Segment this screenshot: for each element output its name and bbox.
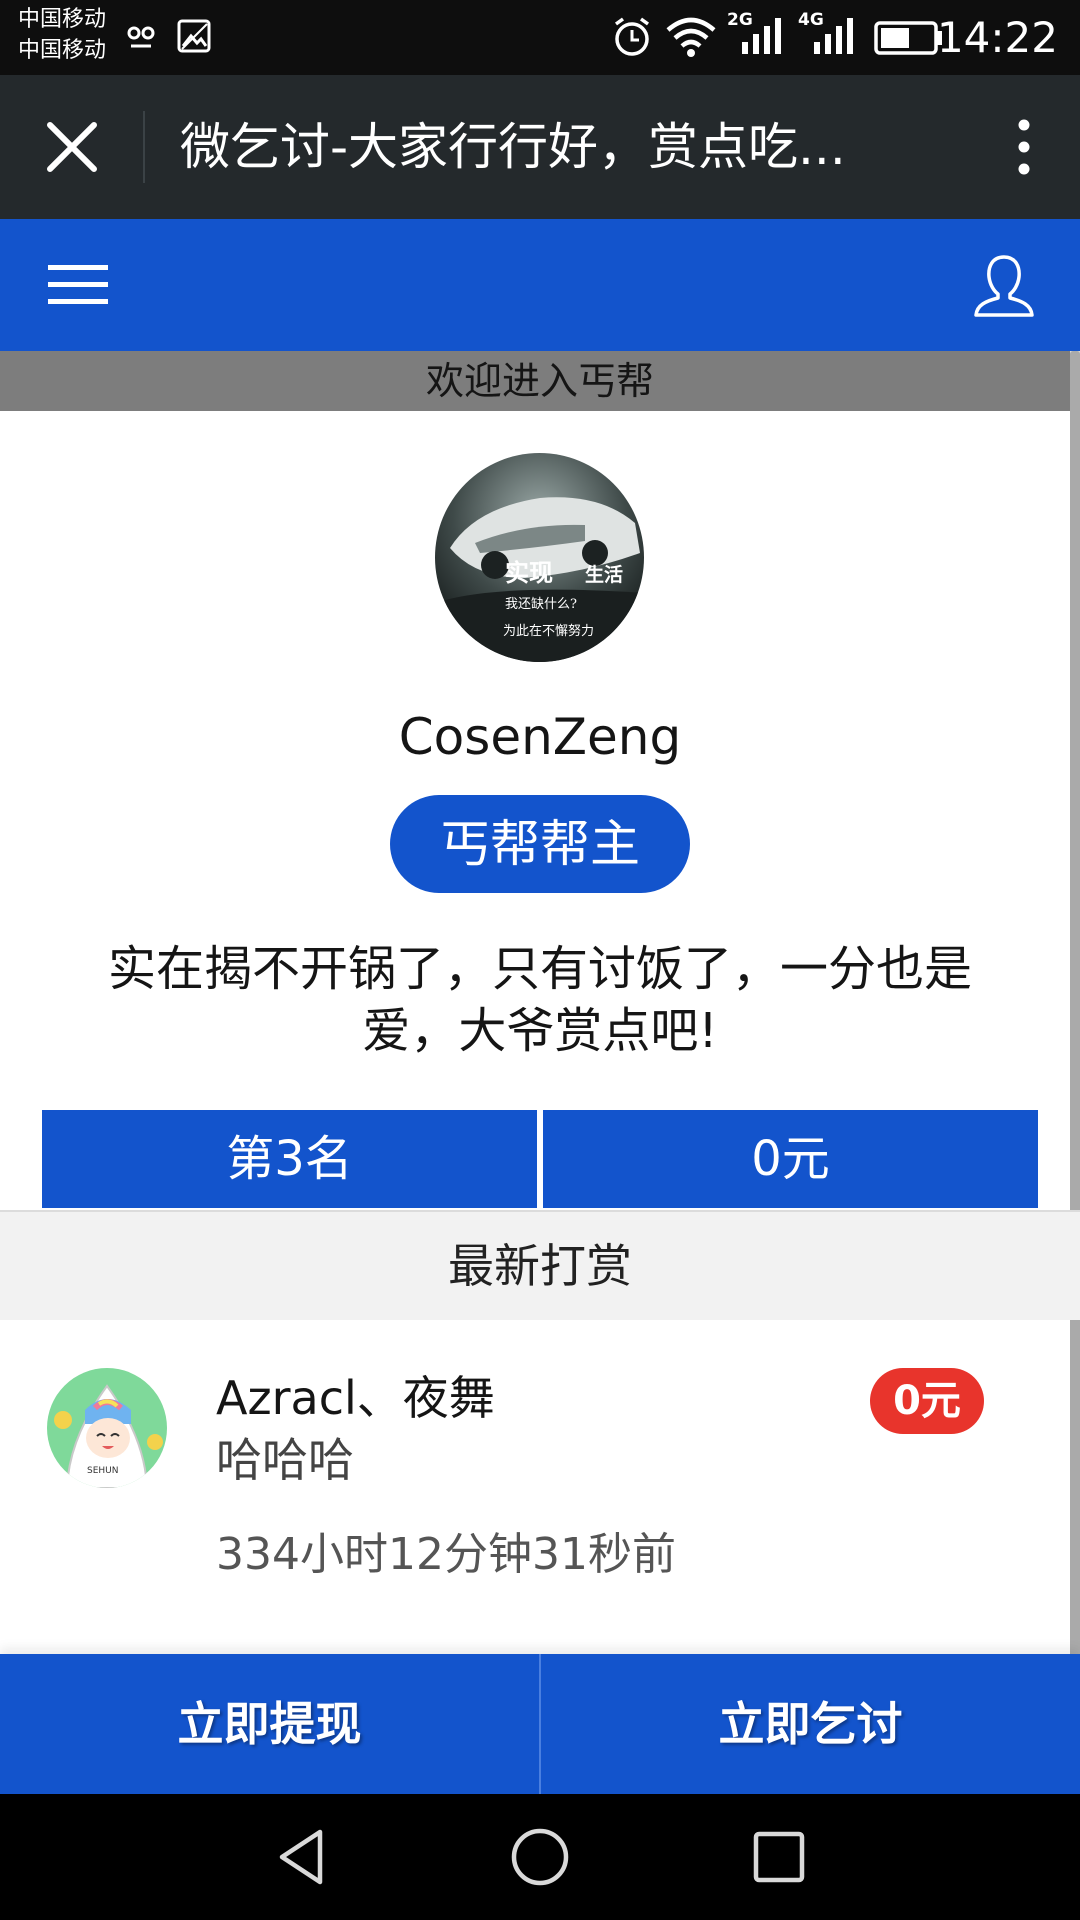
- avatar-caption-2: 生活: [585, 563, 623, 586]
- close-icon[interactable]: [42, 117, 102, 177]
- status-bar: 中国移动 中国移动 2G 4G 14:22: [0, 0, 1080, 75]
- image-notification-icon: [177, 19, 211, 53]
- title-divider: [143, 111, 145, 183]
- battery-icon: [874, 21, 942, 55]
- page-title: 微乞讨-大家行行好，赏点吃...: [180, 118, 846, 176]
- signal-icon: [742, 18, 781, 54]
- more-options-icon[interactable]: [1012, 117, 1036, 177]
- avatar-caption-4: 为此在不懈努力: [503, 623, 594, 639]
- clock: 14:22: [936, 13, 1058, 62]
- voicemail-icon: [127, 26, 155, 48]
- tip-amount-badge: 0元: [870, 1368, 984, 1434]
- user-stats: 第3名 0元: [42, 1110, 1038, 1208]
- recent-apps-icon[interactable]: [748, 1826, 810, 1888]
- tipper-avatar-image: SEHUN: [47, 1368, 167, 1488]
- menu-icon[interactable]: [46, 261, 110, 309]
- app-header: [0, 219, 1080, 351]
- tip-message: 哈哈哈: [216, 1433, 354, 1487]
- tip-timestamp: 334小时12分钟31秒前: [216, 1529, 676, 1580]
- welcome-banner: 欢迎进入丐帮: [0, 351, 1080, 411]
- alarm-icon: [614, 17, 650, 56]
- latest-tips-header: 最新打赏: [0, 1210, 1080, 1320]
- profile-avatar[interactable]: 实现 生活 我还缺什么? 为此在不懈努力: [435, 453, 644, 662]
- username: CosenZeng: [398, 708, 682, 766]
- avatar-caption-3: 我还缺什么?: [505, 597, 577, 612]
- amount-stat: 0元: [543, 1110, 1038, 1208]
- scrollbar-thumb[interactable]: [1070, 351, 1080, 1751]
- withdraw-button[interactable]: 立即提现: [0, 1654, 539, 1794]
- list-item[interactable]: SEHUN Azracl、夜舞 哈哈哈 334小时12分钟31秒前 0元: [0, 1320, 1070, 1650]
- avatar-image: 实现 生活 我还缺什么? 为此在不懈努力: [435, 453, 644, 662]
- home-icon[interactable]: [509, 1826, 571, 1888]
- browser-title-bar: 微乞讨-大家行行好，赏点吃...: [0, 75, 1080, 219]
- avatar-caption-1: 实现: [505, 558, 553, 587]
- tipper-avatar[interactable]: SEHUN: [47, 1368, 167, 1488]
- rank-stat: 第3名: [42, 1110, 537, 1208]
- carrier-names: 中国移动 中国移动: [18, 4, 106, 66]
- signal-icon: [814, 18, 853, 54]
- rank-title-badge: 丐帮帮主: [390, 795, 690, 893]
- system-navigation-bar: [0, 1794, 1080, 1920]
- tipper-name: Azracl、夜舞: [216, 1371, 495, 1425]
- carrier-2: 中国移动: [18, 38, 107, 63]
- scrollbar[interactable]: [1070, 351, 1080, 1771]
- wifi-icon: [666, 17, 716, 57]
- bottom-action-bar: 立即提现 立即乞讨: [0, 1654, 1080, 1794]
- beg-button[interactable]: 立即乞讨: [541, 1654, 1080, 1794]
- carrier-1: 中国移动: [18, 7, 107, 32]
- user-icon[interactable]: [972, 253, 1036, 319]
- back-icon[interactable]: [270, 1826, 332, 1888]
- user-slogan: 实在揭不开锅了，只有讨饭了，一分也是爱，大爷赏点吧!: [107, 941, 972, 1059]
- svg-text:SEHUN: SEHUN: [87, 1466, 119, 1476]
